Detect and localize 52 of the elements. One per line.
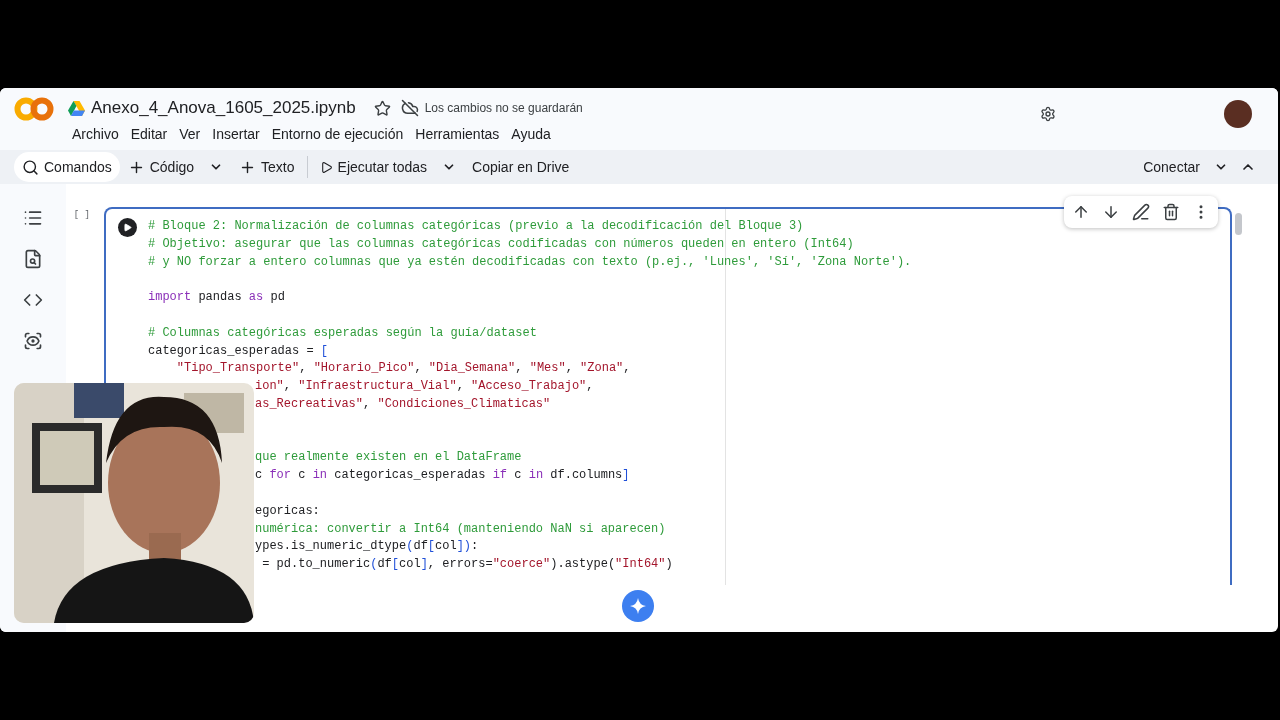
menu-item[interactable]: Ayuda [507,122,555,147]
cloud-off-icon [400,99,419,117]
code-line: que realmente existen en el DataFrame [254,449,523,467]
logo-icon[interactable] [14,96,54,122]
execution-count: [ ] [73,209,90,222]
delete-icon[interactable] [1162,203,1180,221]
code-line: egoricas: [254,502,321,520]
code-line: import pandas as pd [148,289,286,307]
save-status: Los cambios no se guardarán [424,100,583,117]
play-icon [319,160,333,174]
menu-item[interactable]: Ver [175,122,205,147]
code-line: # y NO forzar a entero columnas que ya estén decodificadas con texto (p.ej., 'Lunes', 'Sí', 'Zona Norte'). [148,253,912,271]
play-icon [123,223,132,232]
toolbar-button[interactable]: Texto [231,152,303,182]
avatar[interactable] [1224,100,1252,128]
code-line: = pd.to_numeric(df[col], errors="coerce").astype("Int64") [261,556,674,574]
code-line: # Bloque 2: Normalización de columnas categóricas (previo a la decodificación del Bloque 3) [148,218,805,235]
connect-button[interactable]: Conectar [1143,156,1228,178]
code-line: as_Recreativas", "Condiciones_Climaticas" [254,395,552,413]
notebook-title[interactable]: Anexo_4_Anova_1605_2025.ipynb [91,95,356,121]
code-line: ypes.is_numeric_dtype(df[col]): [254,538,480,556]
move-up-icon[interactable] [1072,203,1090,221]
eye-icon[interactable] [23,331,43,351]
code-cell[interactable] [104,207,1232,585]
code-line: categoricas_esperadas = [ [148,342,330,360]
search-icon [22,158,39,176]
menu-item[interactable]: Editar [126,122,172,147]
code-line: # Objetivo: asegurar que las columnas categóricas codificadas con números queden en entero (Int64) [148,235,855,253]
code-line: # Columnas categóricas esperadas según la guía/dataset [148,324,538,342]
menu-item[interactable]: Herramientas [411,122,504,147]
code-line: numérica: convertir a Int64 (manteniendo NaN si aparecen) [254,520,667,538]
toolbar-button[interactable]: Ejecutar todas [311,152,465,182]
drive-icon [68,100,85,116]
star-icon[interactable] [373,99,391,117]
code-line: "Tipo_Transporte", "Horario_Pico", "Dia_Semana", "Mes", "Zona", [175,360,632,378]
menu-item[interactable]: Entorno de ejecución [267,122,408,147]
menu-item[interactable]: Insertar [208,122,264,147]
toolbar-button[interactable]: Comandos [14,152,120,182]
move-down-icon[interactable] [1102,203,1120,221]
table-of-contents-icon[interactable] [23,208,43,228]
gemini-button[interactable] [622,590,654,622]
toolbar-button[interactable]: Código [119,152,232,182]
scrollbar[interactable] [1234,213,1242,235]
code-line: c for c in categoricas_esperadas if c in df.columns] [254,467,631,485]
toolbar-button[interactable]: Copiar en Drive [464,152,578,182]
settings-icon[interactable] [1040,106,1056,122]
edit-icon[interactable] [1132,203,1150,221]
run-button[interactable] [117,218,137,237]
sparkle-icon [630,598,646,614]
menu-item[interactable]: Archivo [68,122,123,147]
find-icon[interactable] [23,249,43,269]
code-line: ion", "Infraestructura_Vial", "Acceso_Trabajo", [254,378,595,396]
